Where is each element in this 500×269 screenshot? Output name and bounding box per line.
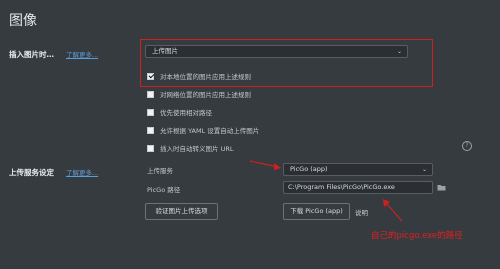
service-select[interactable]: PicGo (app) ⌄ bbox=[283, 163, 433, 176]
picgo-path-input[interactable]: C:\Program Files\PicGo\PicGo.exe bbox=[283, 181, 433, 194]
chevron-down-icon: ⌄ bbox=[421, 166, 427, 173]
checkbox-relative-path[interactable] bbox=[147, 108, 154, 116]
checkbox-yaml-upload[interactable] bbox=[147, 126, 154, 134]
insert-action-select[interactable]: 上传图片 ⌄ bbox=[145, 45, 408, 58]
upload-service-label: 上传服务设定 bbox=[9, 168, 54, 177]
verify-upload-button[interactable]: 验证图片上传选项 bbox=[145, 203, 218, 220]
service-select-value: PicGo (app) bbox=[290, 165, 328, 173]
checkbox-escape-url[interactable] bbox=[147, 144, 154, 152]
option-escape-url-label: 插入时自动转义图片 URL bbox=[160, 145, 234, 153]
option-network-images-label: 对网络位置的图片应用上述规则 bbox=[160, 91, 251, 99]
checkbox-local-images[interactable] bbox=[147, 72, 154, 80]
service-label: 上传服务 bbox=[147, 167, 173, 175]
option-yaml-upload-label: 允许根据 YAML 设置自动上传图片 bbox=[160, 127, 260, 135]
option-escape-url[interactable]: 插入时自动转义图片 URL bbox=[147, 143, 233, 153]
picgo-path-label: PicGo 路径 bbox=[147, 186, 181, 194]
annotation-arrow-path bbox=[383, 199, 403, 222]
upload-learn-more-link[interactable]: 了解更多... bbox=[66, 167, 98, 177]
help-icon[interactable]: ? bbox=[462, 141, 472, 151]
section-title: 图像 bbox=[9, 13, 37, 29]
option-network-images[interactable]: 对网络位置的图片应用上述规则 bbox=[147, 89, 251, 99]
annotation-text: 自己的picgo.exe的路径 bbox=[371, 231, 463, 241]
folder-icon[interactable] bbox=[437, 184, 446, 191]
option-yaml-upload[interactable]: 允许根据 YAML 设置自动上传图片 bbox=[147, 125, 259, 135]
insert-action-value: 上传图片 bbox=[152, 47, 178, 55]
download-picgo-button[interactable]: 下载 PicGo (app) bbox=[283, 203, 350, 220]
option-local-images[interactable]: 对本地位置的图片应用上述规则 bbox=[147, 71, 251, 81]
annotation-arrow-service bbox=[249, 160, 281, 170]
option-local-images-label: 对本地位置的图片应用上述规则 bbox=[160, 73, 251, 81]
insert-image-label: 插入图片时… bbox=[9, 50, 54, 59]
insert-learn-more-link[interactable]: 了解更多... bbox=[66, 49, 98, 59]
option-relative-path[interactable]: 优先使用相对路径 bbox=[147, 107, 212, 117]
chevron-down-icon: ⌄ bbox=[396, 48, 402, 55]
option-relative-path-label: 优先使用相对路径 bbox=[160, 109, 212, 117]
help-doc-link[interactable]: 说明 bbox=[355, 207, 368, 217]
checkbox-network-images[interactable] bbox=[147, 90, 154, 98]
